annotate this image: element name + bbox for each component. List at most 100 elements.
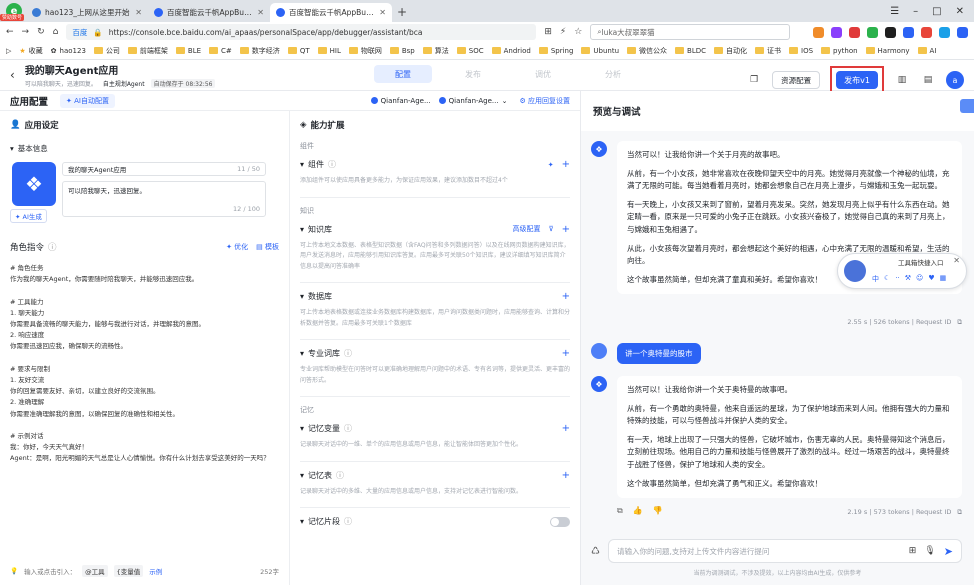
browser-tab-active[interactable]: 百度智能云千帆AppBuilder ✕	[270, 3, 392, 22]
bookmark-folder[interactable]: Spring	[538, 47, 573, 55]
help-icon[interactable]: ⓘ	[344, 348, 352, 359]
feedback-icon[interactable]: ▤	[920, 72, 936, 88]
template-button[interactable]: ▤ 模板	[256, 242, 279, 252]
grid-icon[interactable]: ▦	[940, 274, 947, 284]
tab-config[interactable]: 配置	[374, 65, 432, 83]
bookmark-folder[interactable]: 物联网	[348, 46, 382, 56]
app-logo[interactable]: ❖	[12, 162, 56, 206]
reload-icon[interactable]: ↻	[37, 27, 45, 37]
caret-down-icon[interactable]: ▾	[300, 349, 304, 358]
help-icon[interactable]: ⓘ	[48, 241, 57, 253]
example-link[interactable]: 示例	[149, 566, 162, 576]
browser-tab[interactable]: hao123_上网从这里开始 ✕	[26, 3, 148, 22]
image-upload-icon[interactable]: ⊞	[909, 546, 917, 556]
back-chevron-icon[interactable]: ‹	[10, 68, 15, 82]
extension-icon[interactable]	[885, 26, 896, 38]
sidebar-toggle-icon[interactable]: ▷	[6, 47, 11, 55]
advanced-config-link[interactable]: 高级配置	[512, 224, 540, 234]
bookmark-item[interactable]: ★ 收藏	[19, 46, 42, 56]
caret-down-icon[interactable]: ▾	[300, 292, 304, 301]
maximize-icon[interactable]: □	[932, 6, 941, 17]
copy-icon[interactable]: ⧉	[957, 508, 962, 517]
bookmark-folder[interactable]: BLE	[175, 47, 201, 55]
bookmark-star-icon[interactable]: ☆	[574, 27, 582, 37]
reply-settings-link[interactable]: ⚙ 应用回复设置	[519, 96, 570, 106]
caret-down-icon[interactable]: ▾	[300, 517, 304, 526]
bookmark-folder[interactable]: 自动化	[714, 46, 747, 56]
home-icon[interactable]: ⌂	[53, 27, 59, 37]
forward-icon[interactable]: →	[22, 27, 30, 37]
add-memory-variable-icon[interactable]: +	[562, 423, 570, 434]
help-icon[interactable]: ⓘ	[344, 516, 352, 527]
lightning-icon[interactable]: ⚡	[560, 27, 566, 37]
extension-icon[interactable]	[831, 26, 842, 38]
resource-config-button[interactable]: 资源配置	[772, 71, 821, 89]
bookmark-folder[interactable]: Harmony	[865, 47, 910, 55]
caret-down-icon[interactable]: ▾	[300, 424, 304, 433]
bookmark-folder[interactable]: QT	[287, 47, 310, 55]
grid-icon[interactable]: ⊞	[544, 27, 552, 37]
bookmark-folder[interactable]: BLDC	[675, 47, 706, 55]
thumbs-down-icon[interactable]: 👎	[653, 506, 663, 516]
filter-icon[interactable]: ⊽	[548, 225, 553, 233]
caret-down-icon[interactable]: ▾	[300, 160, 304, 169]
extension-icon[interactable]	[957, 26, 968, 38]
copy-icon[interactable]: ⧉	[957, 318, 962, 327]
help-icon[interactable]: ⓘ	[336, 470, 344, 481]
ai-generate-button[interactable]: ✦ AI生成	[10, 209, 47, 223]
bookmark-folder[interactable]: Bsp	[389, 47, 415, 55]
help-icon[interactable]: ⓘ	[328, 159, 336, 170]
bookmark-folder[interactable]: SOC	[456, 47, 484, 55]
bookmark-folder[interactable]: 前端框架	[127, 46, 168, 56]
bookmark-folder[interactable]: 证书	[755, 46, 781, 56]
extension-icon[interactable]	[813, 26, 824, 38]
extension-icon[interactable]	[921, 26, 932, 38]
copy-icon[interactable]: ⧉	[617, 506, 623, 516]
tab-analysis[interactable]: 分析	[584, 65, 642, 83]
bookmark-folder[interactable]: 微信公众	[627, 46, 667, 56]
book-icon[interactable]: ▥	[894, 72, 910, 88]
collapse-panel-icon[interactable]	[960, 99, 974, 113]
bookmark-folder[interactable]: 数字经济	[239, 46, 280, 56]
wrench-icon[interactable]: ⚒	[905, 274, 911, 284]
microphone-icon[interactable]: 🎙	[924, 546, 935, 556]
tab-tuning[interactable]: 调优	[514, 65, 572, 83]
insert-tool-chip[interactable]: @工具	[82, 565, 108, 577]
add-component-icon[interactable]: +	[562, 159, 570, 170]
bookmark-folder[interactable]: IOS	[789, 47, 813, 55]
basic-info-toggle[interactable]: ▾ 基本信息	[10, 143, 279, 154]
model-chip[interactable]: Qianfan-Age...	[370, 97, 431, 105]
close-icon[interactable]: ✕	[379, 8, 386, 17]
add-knowledge-icon[interactable]: +	[562, 224, 570, 235]
sparkle-icon[interactable]: ✦	[548, 161, 554, 169]
bookmark-folder[interactable]: Andriod	[491, 47, 531, 55]
extension-icon[interactable]	[849, 26, 860, 38]
bookmark-folder[interactable]: C#	[209, 47, 232, 55]
model-chip[interactable]: Qianfan-Age... ⌄	[438, 97, 507, 105]
memory-fragment-toggle[interactable]	[550, 516, 570, 527]
moon-icon[interactable]: ☾	[884, 274, 890, 284]
smile-icon[interactable]: ☺	[916, 274, 923, 284]
caret-down-icon[interactable]: ▾	[300, 225, 304, 234]
app-name-input[interactable]: 我的聊天Agent应用 11 / 50	[62, 162, 266, 176]
close-icon[interactable]: ✕	[257, 8, 264, 17]
caret-down-icon[interactable]: ▾	[300, 471, 304, 480]
bookmark-folder[interactable]: 公司	[93, 46, 120, 56]
add-glossary-icon[interactable]: +	[562, 348, 570, 359]
back-icon[interactable]: ←	[6, 27, 14, 37]
browser-tab[interactable]: 百度智能云千帆AppBuilder ✕	[148, 3, 270, 22]
bookmark-folder[interactable]: AI	[917, 47, 936, 55]
translate-icon[interactable]: 中	[872, 274, 879, 284]
chat-input[interactable]: 请输入你的问题,支持对上传文件内容进行提问 ⊞ 🎙 ➤	[607, 539, 962, 563]
window-close-icon[interactable]: ✕	[956, 6, 964, 17]
help-icon[interactable]: ⓘ	[344, 423, 352, 434]
search-input[interactable]: ⌕ luka大叔翠翠猫	[590, 24, 791, 40]
ai-auto-config-button[interactable]: ✦ AI自动配置	[60, 93, 115, 108]
bookmark-folder[interactable]: Ubuntu	[581, 47, 619, 55]
send-icon[interactable]: ➤	[944, 545, 953, 558]
bookmark-folder[interactable]: 算法	[422, 46, 449, 56]
minimize-icon[interactable]: –	[913, 6, 918, 17]
role-instruction-editor[interactable]: # 角色任务 作为我的聊天Agent，你需要随时陪我聊天，并能够迅速回应我。 #…	[10, 263, 279, 465]
toolbox-shortcut-popup[interactable]: 工具箱快捷入口 ✕ 中 ☾ ·· ⚒ ☺ ♥ ▦	[837, 253, 967, 289]
add-memory-table-icon[interactable]: +	[562, 470, 570, 481]
